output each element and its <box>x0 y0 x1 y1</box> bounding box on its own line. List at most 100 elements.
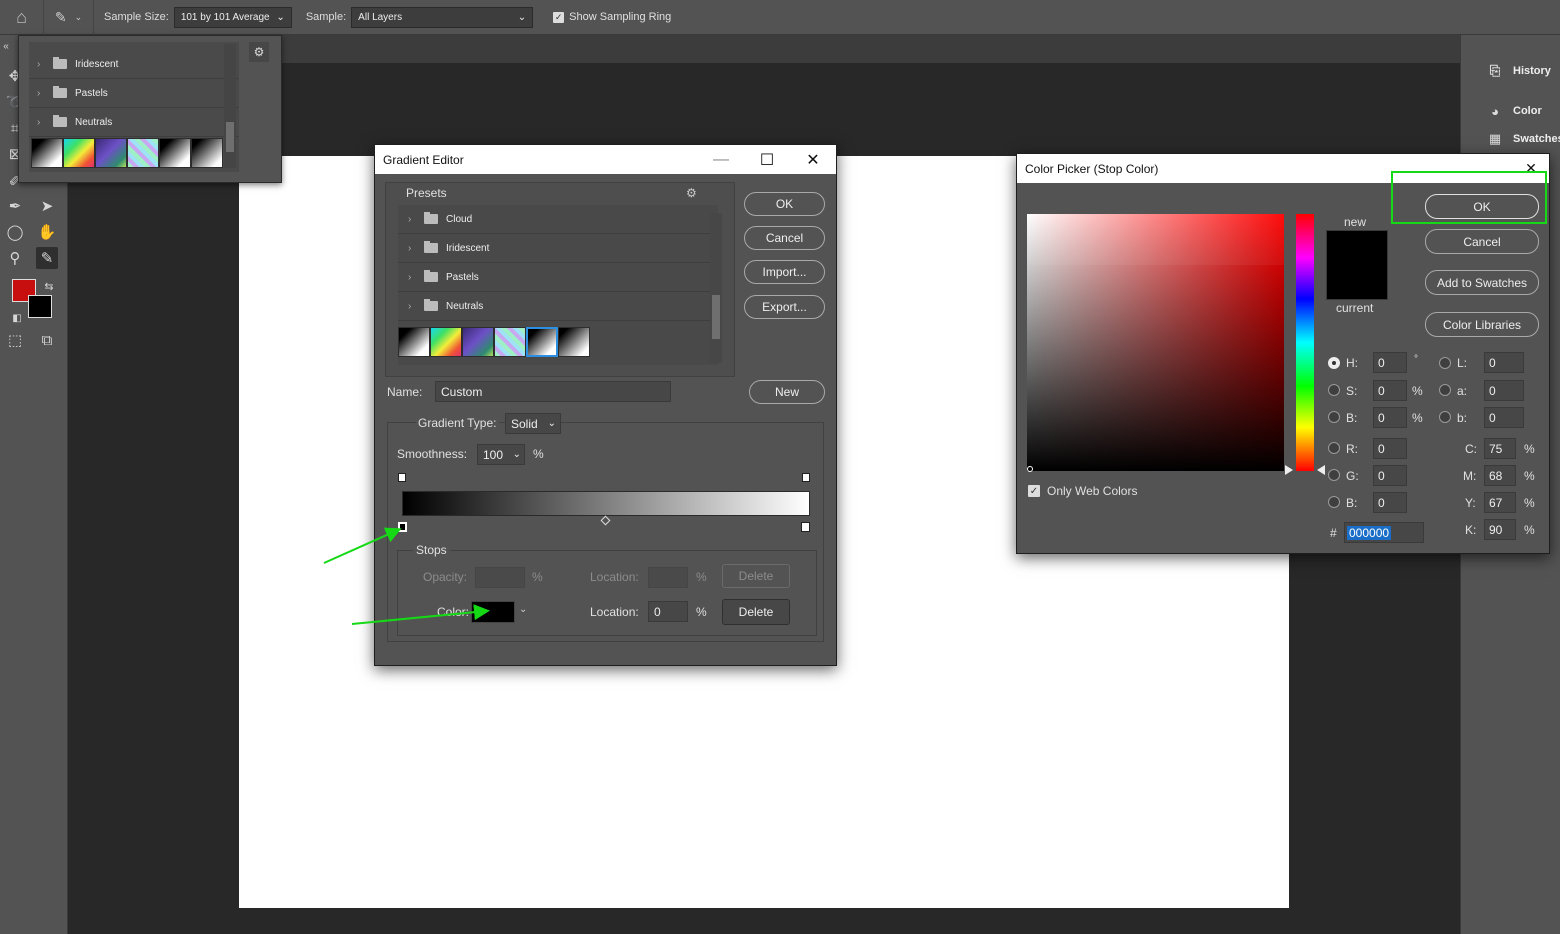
ellipse-tool-icon[interactable]: ◯ <box>4 221 26 243</box>
lab-b-input[interactable]: 0 <box>1484 407 1524 428</box>
cancel-button[interactable]: Cancel <box>744 226 825 250</box>
b-radio[interactable] <box>1328 411 1340 423</box>
color-stop-left-selected[interactable] <box>398 522 407 532</box>
y-input[interactable]: 67 <box>1484 492 1516 513</box>
gradient-swatch[interactable] <box>430 327 462 357</box>
eyedropper-tool-preset[interactable]: ✎ ⌄ <box>44 0 94 35</box>
preset-folder-neutrals[interactable]: › Neutrals <box>398 292 718 321</box>
lab-b-radio[interactable] <box>1439 411 1451 423</box>
import-button[interactable]: Import... <box>744 260 825 284</box>
eyedropper-tool-icon[interactable]: ✎ <box>36 247 58 269</box>
delete-color-stop-button[interactable]: Delete <box>722 599 790 625</box>
hex-input[interactable]: 000000 <box>1344 522 1424 543</box>
preset-folder-neutrals[interactable]: › Neutrals <box>29 108 239 137</box>
chevron-down-icon[interactable]: ⌄ <box>519 604 527 615</box>
g-input[interactable]: 0 <box>1373 465 1407 486</box>
close-icon[interactable]: ✕ <box>790 145 836 174</box>
sample-size-select[interactable]: 101 by 101 Average ⌄ <box>173 6 292 28</box>
a-input[interactable]: 0 <box>1484 380 1524 401</box>
a-radio[interactable] <box>1439 384 1451 396</box>
hue-slider[interactable] <box>1296 214 1314 471</box>
only-web-colors-checkbox[interactable]: ✓ <box>1028 485 1040 497</box>
collapse-icon[interactable]: « <box>0 35 12 57</box>
r-radio[interactable] <box>1328 442 1340 454</box>
maximize-icon[interactable]: ☐ <box>744 145 790 174</box>
color-libraries-button[interactable]: Color Libraries <box>1425 312 1539 337</box>
ok-button[interactable]: OK <box>744 192 825 216</box>
home-icon[interactable]: ⌂ <box>0 0 44 35</box>
preset-folder-iridescent[interactable]: › Iridescent <box>398 234 718 263</box>
color-panel-tab[interactable]: ◕ Color <box>1487 103 1542 119</box>
gradient-swatch[interactable] <box>462 327 494 357</box>
stop-color-swatch[interactable] <box>471 601 515 623</box>
s-radio[interactable] <box>1328 384 1340 396</box>
c-label: C: <box>1465 442 1477 456</box>
gradient-type-select[interactable]: Solid ⌄ <box>505 413 561 434</box>
m-input[interactable]: 68 <box>1484 465 1516 486</box>
g-radio[interactable] <box>1328 469 1340 481</box>
gear-icon[interactable]: ⚙ <box>686 186 697 200</box>
gradient-swatch[interactable] <box>127 138 159 168</box>
new-label: new <box>1344 215 1367 229</box>
quick-mask-icon[interactable]: ⬚ <box>4 329 26 351</box>
minimize-icon[interactable]: — <box>698 145 744 174</box>
swatches-panel-tab[interactable]: ▦ Swatches <box>1487 131 1560 147</box>
preset-folder-pastels[interactable]: › Pastels <box>398 263 718 292</box>
color-field[interactable] <box>1027 214 1284 471</box>
gradient-swatch[interactable] <box>63 138 95 168</box>
preset-folder-iridescent[interactable]: › Iridescent <box>29 50 239 79</box>
h-radio[interactable] <box>1328 357 1340 369</box>
preset-folder-pastels[interactable]: › Pastels <box>29 79 239 108</box>
b-unit: % <box>1412 411 1423 425</box>
color-field-marker[interactable] <box>1027 466 1033 472</box>
screen-mode-icon[interactable]: ⧉ <box>36 329 58 351</box>
cancel-button[interactable]: Cancel <box>1425 229 1539 254</box>
gradient-swatch[interactable] <box>494 327 526 357</box>
color-stop-right[interactable] <box>801 522 810 532</box>
l-input[interactable]: 0 <box>1484 352 1524 373</box>
b-input[interactable]: 0 <box>1373 407 1407 428</box>
background-color-swatch[interactable] <box>28 295 52 318</box>
folder-label: Cloud <box>446 213 473 225</box>
zoom-tool-icon[interactable]: ⚲ <box>4 247 26 269</box>
blue-radio[interactable] <box>1328 496 1340 508</box>
show-sampling-ring-checkbox[interactable]: ✓ <box>553 11 565 23</box>
s-input[interactable]: 0 <box>1373 380 1407 401</box>
presets-scrollbar[interactable] <box>710 213 722 363</box>
opacity-stop-left[interactable] <box>398 473 406 482</box>
k-input[interactable]: 90 <box>1484 519 1516 540</box>
new-button[interactable]: New <box>749 380 825 404</box>
r-input[interactable]: 0 <box>1373 438 1407 459</box>
preset-scrollbar[interactable] <box>224 44 236 168</box>
preset-folder-cloud[interactable]: › Cloud <box>398 205 718 234</box>
add-to-swatches-button[interactable]: Add to Swatches <box>1425 270 1539 295</box>
default-colors-icon[interactable]: ◧ <box>6 307 28 329</box>
chevron-down-icon: ⌄ <box>276 11 285 23</box>
color-location-input[interactable]: 0 <box>648 601 688 622</box>
gradient-swatch[interactable] <box>95 138 127 168</box>
h-input[interactable]: 0 <box>1373 352 1407 373</box>
hue-slider-right-arrow[interactable] <box>1317 465 1325 475</box>
export-button[interactable]: Export... <box>744 295 825 319</box>
gradient-swatch[interactable] <box>558 327 590 357</box>
name-input[interactable]: Custom <box>435 381 671 402</box>
gradient-swatch[interactable] <box>398 327 430 357</box>
swap-colors-icon[interactable]: ⇆ <box>38 275 60 297</box>
gear-icon[interactable]: ⚙ <box>249 42 269 62</box>
path-selection-tool-icon[interactable]: ➤ <box>36 195 58 217</box>
pen-tool-icon[interactable]: ✒ <box>4 195 26 217</box>
l-radio[interactable] <box>1439 357 1451 369</box>
blue-input[interactable]: 0 <box>1373 492 1407 513</box>
gradient-swatch-selected[interactable] <box>526 327 558 357</box>
hand-tool-icon[interactable]: ✋ <box>36 221 58 243</box>
gradient-swatch[interactable] <box>31 138 63 168</box>
opacity-stop-right[interactable] <box>802 473 810 482</box>
gradient-swatch[interactable] <box>159 138 191 168</box>
smoothness-input[interactable]: 100 ⌄ <box>477 444 525 465</box>
sample-select[interactable]: All Layers ⌄ <box>351 6 534 28</box>
gradient-preview-bar[interactable] <box>402 491 810 516</box>
hue-slider-left-arrow[interactable] <box>1285 465 1293 475</box>
c-input[interactable]: 75 <box>1484 438 1516 459</box>
history-panel-tab[interactable]: ⎘ History <box>1487 63 1551 79</box>
gradient-swatch[interactable] <box>191 138 223 168</box>
